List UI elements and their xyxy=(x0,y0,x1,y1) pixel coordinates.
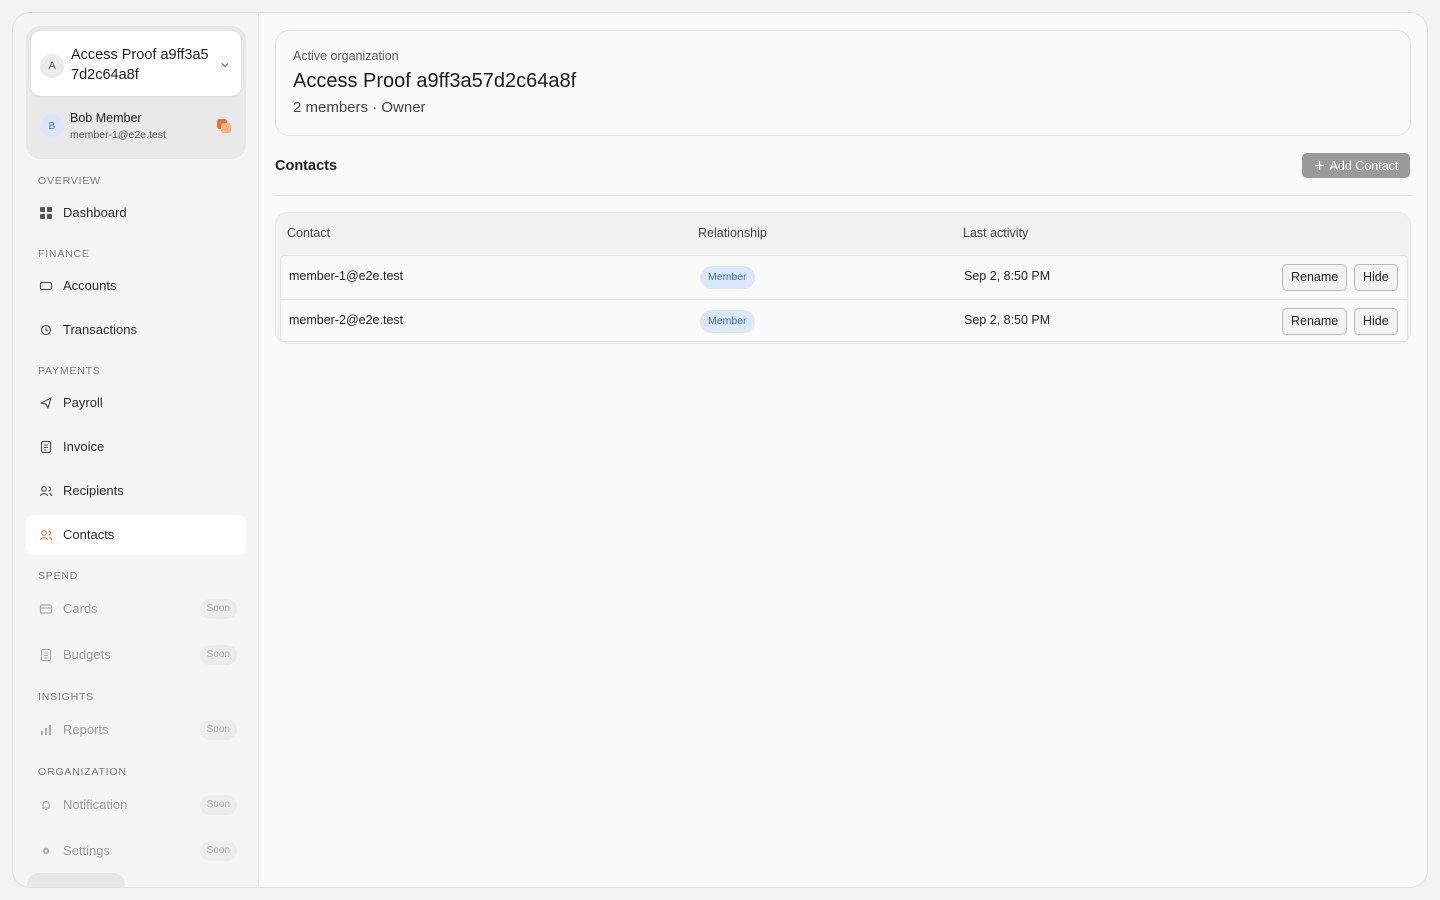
table-row: member-1@e2e.test Member Sep 2, 8:50 PM … xyxy=(281,256,1407,299)
sidebar-item-notification[interactable]: Notification Soon xyxy=(26,785,246,825)
user-name: Bob Member xyxy=(70,111,142,125)
sidebar-item-label: Dashboard xyxy=(63,205,127,220)
sidebar-item-invoice[interactable]: Invoice xyxy=(26,427,246,467)
contact-email: member-2@e2e.test xyxy=(289,313,404,327)
sidebar-item-dashboard[interactable]: Dashboard xyxy=(26,193,246,233)
sidebar-footer-controls[interactable] xyxy=(27,873,125,887)
transactions-icon xyxy=(40,324,52,336)
rename-button[interactable]: Rename xyxy=(1282,264,1348,291)
sidebar-item-accounts[interactable]: Accounts xyxy=(26,266,246,306)
section-organization: ORGANIZATION xyxy=(38,766,127,778)
hide-button[interactable]: Hide xyxy=(1354,264,1398,291)
page-title: Access Proof a9ff3a57d2c64a8f xyxy=(293,70,577,92)
plus-icon xyxy=(1314,161,1324,170)
contacts-icon xyxy=(39,530,53,541)
column-header-contact: Contact xyxy=(287,226,331,240)
current-user[interactable]: B Bob Member member-1@e2e.test xyxy=(26,106,246,150)
chevron-down-icon xyxy=(221,63,229,68)
sidebar-item-label: Payroll xyxy=(63,395,103,410)
table-body: member-1@e2e.test Member Sep 2, 8:50 PM … xyxy=(280,255,1408,342)
sidebar-item-budgets[interactable]: Budgets Soon xyxy=(26,635,246,675)
last-activity: Sep 2, 8:50 PM xyxy=(964,313,1051,327)
users-icon xyxy=(39,486,53,497)
add-contact-button[interactable]: Add Contact xyxy=(1302,153,1410,178)
app-window: A Access Proof a9ff3a57d2c64a8f B Bob Me… xyxy=(12,12,1428,888)
main-content: Active organization Access Proof a9ff3a5… xyxy=(258,13,1427,887)
contacts-table: Contact Relationship Last activity membe… xyxy=(275,212,1411,344)
sidebar-item-transactions[interactable]: Transactions xyxy=(26,310,246,350)
sidebar-item-label: Reports xyxy=(63,722,109,737)
sidebar-item-payroll[interactable]: Payroll xyxy=(26,383,246,423)
column-header-relationship: Relationship xyxy=(698,226,767,240)
org-summary: 2 members · Owner xyxy=(293,99,426,116)
section-payments: PAYMENTS xyxy=(38,365,101,377)
column-header-last-activity: Last activity xyxy=(963,226,1029,240)
sidebar-item-label: Settings xyxy=(63,843,110,858)
org-switcher[interactable]: A Access Proof a9ff3a57d2c64a8f xyxy=(31,31,241,96)
sidebar-item-label: Notification xyxy=(63,797,128,812)
sidebar-item-label: Transactions xyxy=(63,322,137,337)
sidebar-item-label: Recipients xyxy=(63,483,124,498)
sidebar-item-label: Budgets xyxy=(63,647,111,662)
section-finance: FINANCE xyxy=(38,248,90,260)
soon-badge: Soon xyxy=(199,841,237,861)
soon-badge: Soon xyxy=(199,599,237,619)
user-avatar: B xyxy=(40,114,64,138)
sidebar: A Access Proof a9ff3a57d2c64a8f B Bob Me… xyxy=(13,13,258,887)
table-row: member-2@e2e.test Member Sep 2, 8:50 PM … xyxy=(281,299,1407,342)
active-org-card: Active organization Access Proof a9ff3a5… xyxy=(275,30,1411,136)
contacts-heading: Contacts xyxy=(275,158,338,174)
rename-button[interactable]: Rename xyxy=(1282,308,1348,335)
switch-account-icon[interactable] xyxy=(216,118,232,134)
add-contact-label: Add Contact xyxy=(1329,158,1399,173)
org-avatar: A xyxy=(40,54,64,78)
divider xyxy=(275,195,1411,196)
sidebar-item-label: Cards xyxy=(63,601,98,616)
sidebar-item-reports[interactable]: Reports Soon xyxy=(26,710,246,750)
budget-icon xyxy=(40,648,52,662)
relationship-badge: Member xyxy=(700,266,755,289)
bell-icon xyxy=(42,800,50,811)
sidebar-item-contacts[interactable]: Contacts xyxy=(26,515,246,555)
sidebar-item-label: Accounts xyxy=(63,278,117,293)
active-org-label: Active organization xyxy=(293,49,399,63)
hide-button[interactable]: Hide xyxy=(1354,308,1398,335)
sidebar-item-label: Invoice xyxy=(63,439,105,454)
org-card: A Access Proof a9ff3a57d2c64a8f B Bob Me… xyxy=(26,26,246,159)
invoice-icon xyxy=(40,440,52,454)
last-activity: Sep 2, 8:50 PM xyxy=(964,269,1051,283)
org-name: Access Proof a9ff3a57d2c64a8f xyxy=(71,47,209,83)
sidebar-item-label: Contacts xyxy=(63,527,115,542)
credit-card-icon xyxy=(39,604,53,614)
sidebar-item-cards[interactable]: Cards Soon xyxy=(26,589,246,629)
user-email: member-1@e2e.test xyxy=(70,129,166,141)
soon-badge: Soon xyxy=(199,795,237,815)
contact-email: member-1@e2e.test xyxy=(289,269,404,283)
relationship-badge: Member xyxy=(700,310,755,333)
section-spend: SPEND xyxy=(38,570,79,582)
section-insights: INSIGHTS xyxy=(38,691,94,703)
sidebar-item-settings[interactable]: Settings Soon xyxy=(26,831,246,871)
wallet-icon xyxy=(39,281,53,291)
gear-icon xyxy=(42,847,50,855)
bar-chart-icon xyxy=(41,725,51,735)
sidebar-item-recipients[interactable]: Recipients xyxy=(26,471,246,511)
section-overview: OVERVIEW xyxy=(38,175,101,187)
dashboard-icon xyxy=(40,207,52,219)
send-icon xyxy=(40,397,52,409)
soon-badge: Soon xyxy=(199,645,237,665)
soon-badge: Soon xyxy=(199,720,237,740)
